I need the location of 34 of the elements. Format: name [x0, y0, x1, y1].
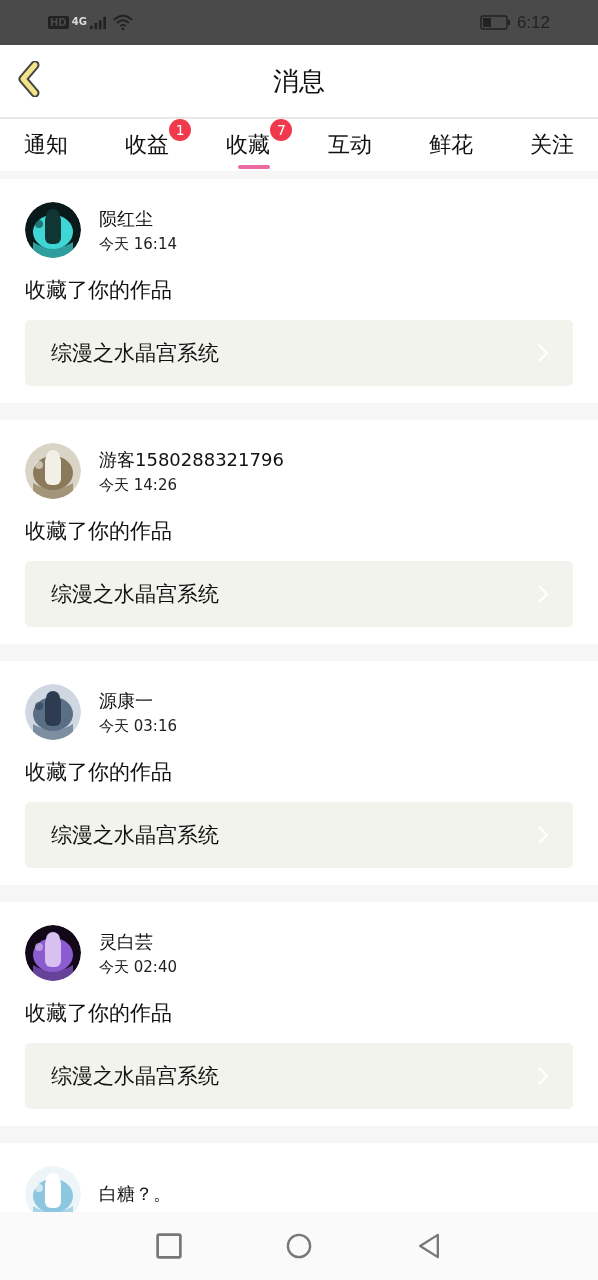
- tab[interactable]: 收藏 7: [214, 119, 295, 171]
- tab[interactable]: 鲜花: [416, 119, 497, 171]
- back-icon: [16, 61, 42, 97]
- work-link[interactable]: 综漫之水晶宫系统: [25, 320, 573, 386]
- message-time: 今天 16:14: [99, 234, 177, 254]
- user-name: 白糖？。: [99, 1182, 171, 1206]
- work-link[interactable]: 综漫之水晶宫系统: [25, 802, 573, 868]
- tab[interactable]: 收益 1: [113, 119, 194, 171]
- user-name: 游客1580288321796: [99, 447, 284, 472]
- tab[interactable]: 通知: [12, 119, 92, 171]
- message-text: 收藏了你的作品: [25, 518, 173, 545]
- message-time: 今天 02:40: [99, 957, 177, 977]
- tab[interactable]: 互动: [315, 119, 396, 171]
- signal-icon: [89, 15, 106, 30]
- message-time: 今天 03:16: [99, 716, 177, 736]
- work-link[interactable]: 综漫之水晶宫系统: [25, 1043, 573, 1109]
- home-icon[interactable]: [286, 1233, 312, 1259]
- message-text: 收藏了你的作品: [25, 759, 173, 786]
- wifi-icon: [112, 14, 133, 31]
- user-name: 陨红尘: [99, 206, 154, 231]
- page-title: 消息: [273, 64, 325, 98]
- tab[interactable]: 关注: [517, 119, 598, 171]
- user-name: 源康一: [99, 688, 154, 713]
- battery-icon: [479, 15, 511, 30]
- message-time: 今天 14:26: [99, 475, 178, 495]
- user-name: 灵白芸: [99, 929, 154, 954]
- network-label: 4G: [71, 16, 87, 27]
- message-text: 收藏了你的作品: [25, 1000, 173, 1027]
- unread-badge: 7: [270, 119, 293, 141]
- back-nav-icon[interactable]: [416, 1233, 442, 1259]
- unread-badge: 1: [169, 119, 192, 141]
- message-text: 收藏了你的作品: [25, 277, 173, 304]
- work-link[interactable]: 综漫之水晶宫系统: [25, 561, 573, 627]
- recent-apps-icon[interactable]: [156, 1233, 182, 1259]
